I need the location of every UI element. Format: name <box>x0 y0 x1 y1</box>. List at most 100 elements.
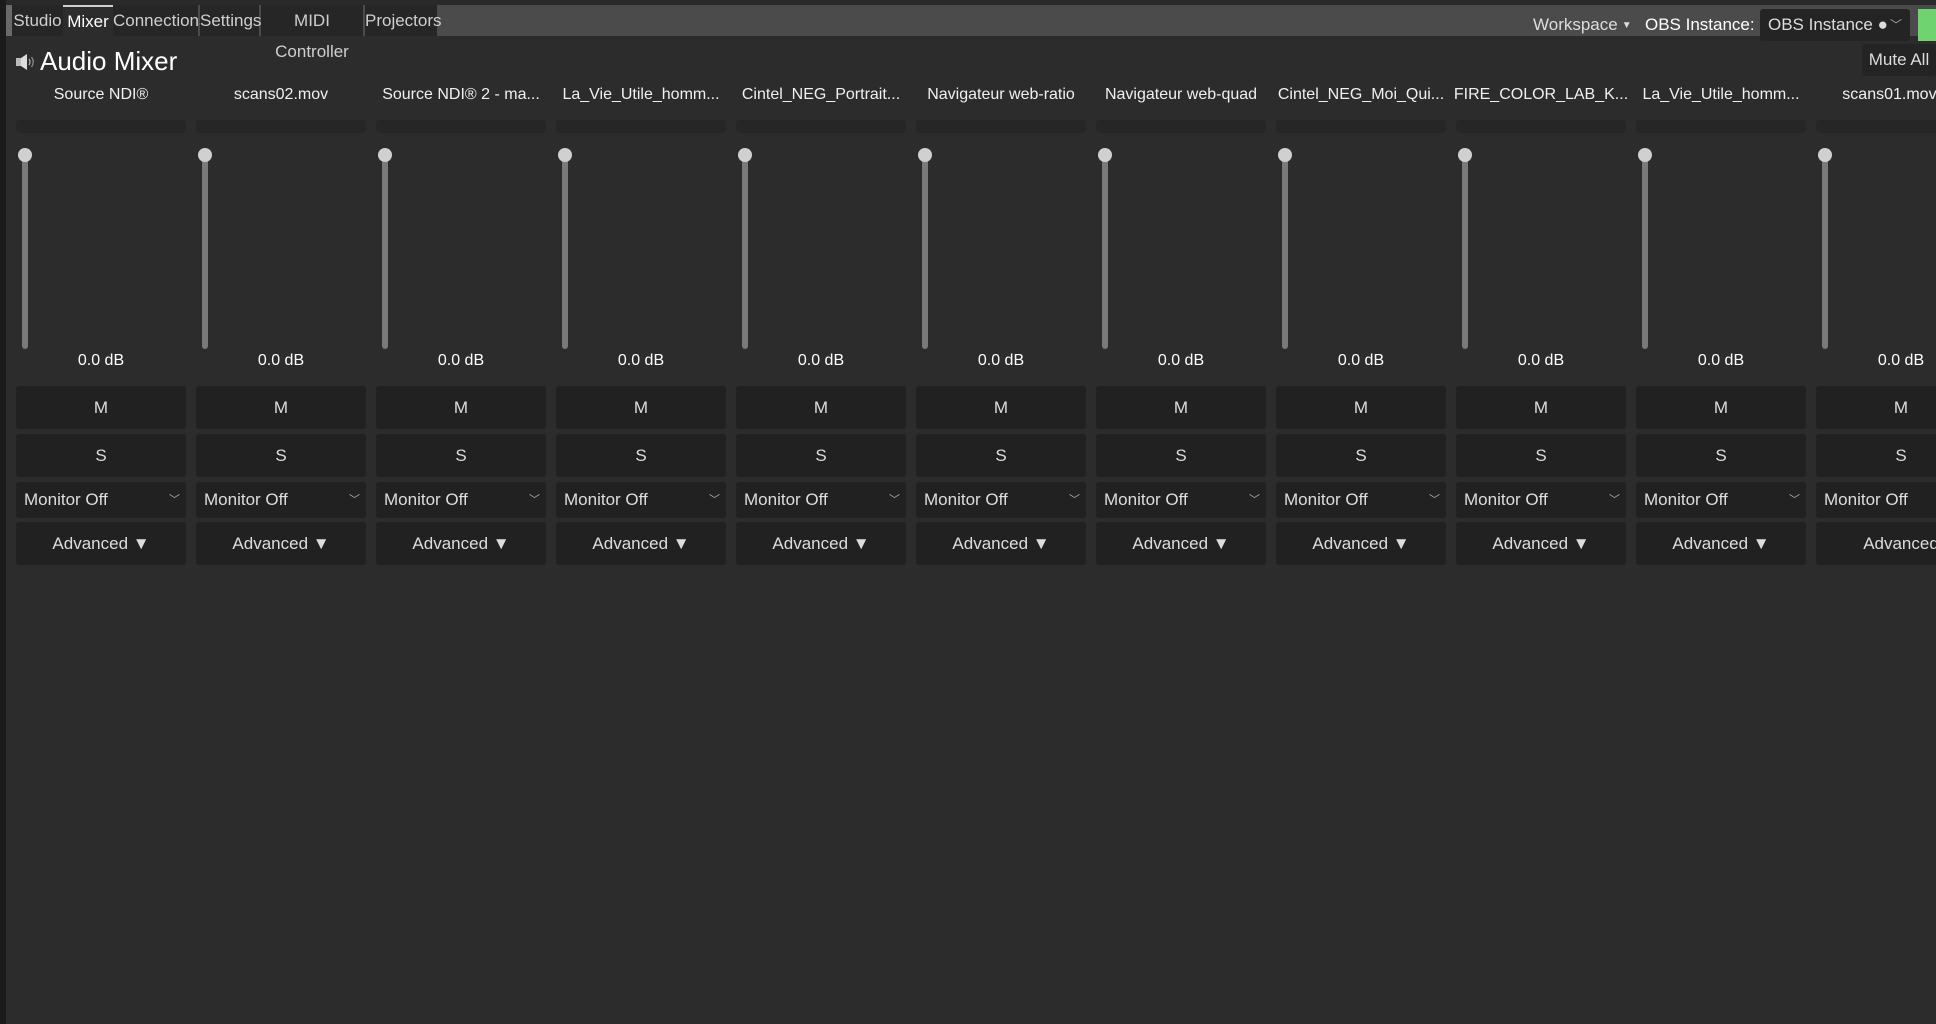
volume-slider-handle[interactable] <box>738 148 752 162</box>
channel-name: FIRE_COLOR_LAB_K... <box>1453 86 1629 103</box>
advanced-button[interactable]: Advanced ▼ <box>196 522 366 565</box>
chevron-down-icon: ﹀ <box>1249 494 1260 506</box>
volume-slider-handle[interactable] <box>1098 148 1112 162</box>
advanced-button[interactable]: Advanced ▼ <box>736 522 906 565</box>
monitor-select[interactable]: Monitor Off ﹀ <box>1096 482 1266 518</box>
advanced-button[interactable]: Advanced ▼ <box>916 522 1086 565</box>
monitor-select[interactable]: Monitor Off﹀ <box>196 482 366 518</box>
obs-instance-label: OBS Instance: <box>1645 15 1755 34</box>
volume-slider-track[interactable] <box>1822 153 1828 349</box>
channel-strip: Source NDI® 2 - ma... 0.0 dB M S Monitor… <box>376 82 546 572</box>
monitor-select[interactable]: Monitor Off﹀ <box>556 482 726 518</box>
volume-slider-handle[interactable] <box>1638 148 1652 162</box>
channel-strip: La_Vie_Utile_homm... 0.0 dB M S Monitor … <box>556 82 726 572</box>
volume-slider-track[interactable] <box>1102 153 1108 349</box>
tab-studio[interactable]: Studio <box>12 5 63 36</box>
volume-slider-handle[interactable] <box>198 148 212 162</box>
monitor-select[interactable]: Monitor Off﹀ <box>916 482 1086 518</box>
window-edge <box>0 0 6 1024</box>
workspace-menu[interactable]: Workspace ▼ <box>1533 9 1632 41</box>
monitor-select[interactable]: Monitor Off﹀ <box>1276 482 1446 518</box>
volume-slider-track[interactable] <box>22 153 28 349</box>
solo-button[interactable]: S <box>1816 434 1936 477</box>
mute-button[interactable]: M <box>736 386 906 429</box>
volume-slider-track[interactable] <box>202 153 208 349</box>
advanced-button[interactable]: Advanced ▼ <box>16 522 186 565</box>
solo-button[interactable]: S <box>196 434 366 477</box>
tab-projectors[interactable]: Projectors <box>365 5 442 36</box>
tab-mixer[interactable]: Mixer <box>63 5 113 36</box>
volume-readout: 0.0 dB <box>437 352 485 369</box>
monitor-value: Monitor Off <box>24 490 108 509</box>
volume-slider-track[interactable] <box>922 153 928 349</box>
monitor-select[interactable]: Monitor Off﹀ <box>16 482 186 518</box>
volume-slider-track[interactable] <box>742 153 748 349</box>
volume-slider-handle[interactable] <box>1458 148 1472 162</box>
tab-connections[interactable]: Connections <box>113 5 208 36</box>
volume-slider-handle[interactable] <box>18 148 32 162</box>
mute-button[interactable]: M <box>1636 386 1806 429</box>
advanced-button[interactable]: Advanced ▼ <box>1636 522 1806 565</box>
solo-button[interactable]: S <box>16 434 186 477</box>
speaker-icon <box>16 54 34 70</box>
channel-name: Cintel_NEG_Moi_Qui... <box>1277 86 1445 103</box>
volume-slider-track[interactable] <box>1462 153 1468 349</box>
solo-button[interactable]: S <box>1636 434 1806 477</box>
caret-down-icon: ▼ <box>1621 20 1632 31</box>
channel-name: Cintel_NEG_Portrait... <box>741 86 901 103</box>
advanced-button[interactable]: Advanced ▼ <box>1096 522 1266 565</box>
channel-name: La_Vie_Utile_homm... <box>1642 86 1800 103</box>
volume-slider-track[interactable] <box>1642 153 1648 349</box>
advanced-button[interactable]: Advanced ▼ <box>556 522 726 565</box>
solo-button[interactable]: S <box>1456 434 1626 477</box>
mute-all-button[interactable]: Mute All <box>1862 44 1936 76</box>
volume-meter <box>16 120 186 133</box>
advanced-button[interactable]: Advanced ▼ <box>376 522 546 565</box>
volume-meter <box>1276 120 1446 133</box>
solo-button[interactable]: S <box>1096 434 1266 477</box>
mute-button[interactable]: M <box>916 386 1086 429</box>
advanced-button[interactable]: Advanced ▼ <box>1456 522 1626 565</box>
volume-slider-track[interactable] <box>382 153 388 349</box>
tab-settings[interactable]: Settings <box>200 5 261 36</box>
mute-button[interactable]: M <box>556 386 726 429</box>
monitor-select[interactable]: Monitor Off﹀ <box>1816 482 1936 518</box>
tab-midi-controller[interactable]: MIDI Controller <box>261 5 363 61</box>
mute-button[interactable]: M <box>376 386 546 429</box>
channel-name: Navigateur web-ratio <box>927 86 1075 103</box>
monitor-select[interactable]: Monitor Off﹀ <box>736 482 906 518</box>
monitor-value: Monitor Off <box>564 490 648 509</box>
mute-button[interactable]: M <box>1096 386 1266 429</box>
mute-button[interactable]: M <box>1276 386 1446 429</box>
solo-button[interactable]: S <box>1276 434 1446 477</box>
volume-slider-handle[interactable] <box>1818 148 1832 162</box>
monitor-select[interactable]: Monitor Off﹀ <box>376 482 546 518</box>
channel-strip: FIRE_COLOR_LAB_K... 0.0 dB M S Monitor O… <box>1454 82 1628 572</box>
volume-slider-track[interactable] <box>1282 153 1288 349</box>
advanced-button[interactable]: Advanced ▼ <box>1276 522 1446 565</box>
volume-slider-handle[interactable] <box>1278 148 1292 162</box>
monitor-select[interactable]: Monitor Off﹀ <box>1456 482 1626 518</box>
mute-button[interactable]: M <box>16 386 186 429</box>
chevron-down-icon: ﹀ <box>889 494 900 506</box>
volume-slider-track[interactable] <box>562 153 568 349</box>
monitor-select[interactable]: Monitor Off﹀ <box>1636 482 1806 518</box>
solo-button[interactable]: S <box>376 434 546 477</box>
channel-name: scans02.mov <box>233 86 329 103</box>
volume-slider-handle[interactable] <box>558 148 572 162</box>
mute-button[interactable]: M <box>1456 386 1626 429</box>
volume-slider-handle[interactable] <box>918 148 932 162</box>
solo-button[interactable]: S <box>916 434 1086 477</box>
volume-slider-handle[interactable] <box>378 148 392 162</box>
solo-button[interactable]: S <box>556 434 726 477</box>
volume-readout: 0.0 dB <box>257 352 305 369</box>
volume-readout: 0.0 dB <box>77 352 125 369</box>
mute-button[interactable]: M <box>1816 386 1936 429</box>
mute-button[interactable]: M <box>196 386 366 429</box>
channel-name: La_Vie_Utile_homm... <box>562 86 720 103</box>
advanced-button[interactable]: Advanced <box>1816 522 1936 565</box>
monitor-value: Monitor Off <box>1104 490 1188 509</box>
volume-meter <box>1816 120 1936 133</box>
solo-button[interactable]: S <box>736 434 906 477</box>
obs-instance-select[interactable]: OBS Instance ● ﹀ <box>1760 9 1910 41</box>
